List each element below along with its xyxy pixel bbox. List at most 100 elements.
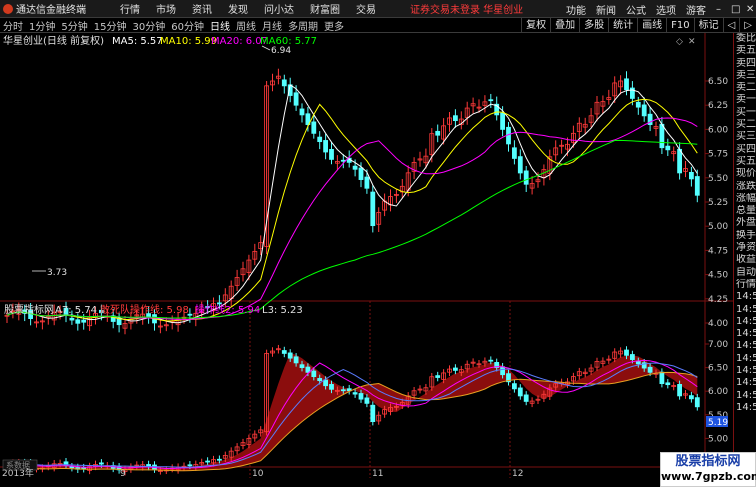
period-tab-active[interactable]: 日线	[207, 18, 233, 33]
side-panel-label: 自动	[736, 266, 756, 278]
axis-label: 7.00	[708, 340, 728, 350]
site-watermark: 股票指标网 www.7gpzb.com	[660, 452, 756, 487]
menu-wealth[interactable]: 财富圈	[302, 1, 348, 16]
sub-candle-body	[364, 397, 370, 404]
side-panel-label: 卖一	[736, 94, 756, 106]
sub-candle-body	[689, 395, 694, 400]
period-tab[interactable]: 1分钟	[26, 18, 58, 33]
candle-body	[69, 317, 75, 321]
side-panel-label: 卖四	[736, 57, 756, 69]
side-panel-label: 委比	[736, 33, 756, 44]
candle-body	[435, 130, 441, 136]
side-panel-label: 14:56	[736, 365, 756, 377]
candle-body	[323, 140, 329, 153]
candle-body	[677, 148, 682, 174]
sub-candle-body	[99, 462, 104, 465]
overlay-button[interactable]: 叠加	[550, 18, 579, 33]
sub-candle-body	[517, 387, 523, 397]
period-tab[interactable]: 月线	[259, 18, 285, 33]
menu-news2[interactable]: 新闻	[591, 2, 621, 17]
period-tab[interactable]: 多周期	[285, 18, 321, 33]
menu-function[interactable]: 功能	[561, 2, 591, 17]
period-tab[interactable]: 更多	[321, 18, 347, 33]
menu-discover[interactable]: 发现	[220, 1, 256, 16]
side-panel-label: 14:56	[736, 377, 756, 389]
app-name: 通达信金融终端	[16, 5, 86, 16]
sub-candle-body	[216, 458, 222, 461]
menu-market2[interactable]: 市场	[148, 1, 184, 16]
axis-label: 4.75	[708, 246, 728, 256]
sub-candle-body	[435, 375, 441, 378]
side-panel-label: 买四	[736, 143, 756, 155]
sub-candle-body	[677, 383, 682, 397]
tool-buttons: 复权 叠加 多股 统计 画线 F10 标记 ◁ ▷	[521, 18, 756, 33]
date-tick: 11	[372, 469, 383, 478]
sub-candle-body	[624, 349, 629, 356]
sub-candle-body	[187, 464, 193, 467]
menu-right: 功能 新闻 公式 选项 游客 – □ ✕	[561, 0, 756, 18]
axis-label: 4.50	[708, 271, 728, 281]
stats-button[interactable]: 统计	[608, 18, 637, 33]
quote-side-panel: 委比 卖五 卖四 卖三 卖二 卖一 买一 买二 买三 买四 买五 现价 涨跌 涨幅 总量 外盘 换手 净资 收益 自动…	[733, 33, 756, 478]
sub-candle-body	[523, 394, 529, 402]
menu-guest[interactable]: 游客	[681, 2, 711, 17]
ma5-label: MA5: 5.57	[112, 36, 163, 47]
settings-icon[interactable]: ◇	[676, 37, 683, 47]
sub-candle-body	[665, 382, 671, 386]
close-panel-icon[interactable]: ✕	[688, 37, 696, 47]
date-tick: 2013年	[2, 467, 34, 478]
menu-bar: 通达信金融终端 行情 市场 资讯 发现 问小达 财富圈 交易 证券交易未登录 华…	[0, 0, 756, 18]
period-tab[interactable]: 60分钟	[168, 18, 207, 33]
sub-current-value: 5.19	[708, 418, 728, 428]
sub-candle-body	[694, 397, 700, 408]
adjust-button[interactable]: 复权	[521, 18, 550, 33]
login-notice[interactable]: 证券交易未登录 华星创业	[410, 1, 523, 16]
sub-candle-body	[293, 356, 299, 364]
maximize-icon[interactable]: □	[726, 4, 741, 15]
side-panel-label: 外盘	[736, 217, 756, 229]
menu-options[interactable]: 选项	[651, 2, 681, 17]
candle-body	[512, 147, 517, 159]
candle-body	[488, 99, 494, 102]
multi-stock-button[interactable]: 多股	[579, 18, 608, 33]
sub-candle-body	[512, 383, 517, 390]
sub-candle-body	[81, 467, 87, 470]
kline-chart[interactable]: 华星创业(日线 前复权) MA5: 5.57 MA10: 5.99 MA20: …	[0, 33, 733, 478]
axis-label: 6.25	[708, 101, 728, 111]
period-tab[interactable]: 周线	[233, 18, 259, 33]
side-panel-label: 14:56	[736, 303, 756, 315]
menu-formula[interactable]: 公式	[621, 2, 651, 17]
axis-label: 4.00	[708, 319, 728, 329]
side-panel-label: 行情	[736, 278, 756, 290]
sub-candle-body	[317, 378, 323, 382]
minimize-icon[interactable]: –	[711, 4, 726, 15]
period-tab[interactable]: 30分钟	[129, 18, 168, 33]
prev-icon[interactable]: ◁	[722, 18, 740, 33]
dsd-label: 敢死队操作线: 5.98	[100, 303, 189, 316]
candle-body	[293, 92, 299, 106]
menu-trade[interactable]: 交易	[348, 1, 384, 16]
candle-body	[299, 108, 305, 116]
f10-button[interactable]: F10	[666, 18, 693, 33]
axis-label: 5.75	[708, 150, 728, 160]
next-icon[interactable]: ▷	[739, 18, 756, 33]
sub-candle-body	[311, 370, 317, 378]
draw-button[interactable]: 画线	[637, 18, 666, 33]
side-panel-label: 卖三	[736, 69, 756, 81]
period-tab[interactable]: 15分钟	[91, 18, 130, 33]
menu-news[interactable]: 资讯	[184, 1, 220, 16]
sub-current-value-tag: 5.19	[706, 416, 728, 428]
side-panel-label: 卖五	[736, 45, 756, 57]
axis-label: 5.00	[708, 434, 728, 444]
sub-candle-body	[305, 366, 311, 373]
period-tab[interactable]: 5分钟	[58, 18, 90, 33]
period-tab[interactable]: 分时	[0, 18, 26, 33]
mark-button[interactable]: 标记	[693, 18, 723, 33]
menu-ask[interactable]: 问小达	[256, 1, 302, 16]
menu-market[interactable]: 行情	[112, 1, 148, 16]
candle-body	[75, 319, 81, 324]
close-icon[interactable]: ✕	[741, 4, 756, 15]
ma10-label: MA10: 5.99	[160, 36, 217, 47]
candle-body	[659, 123, 665, 149]
candle-body	[352, 165, 358, 170]
